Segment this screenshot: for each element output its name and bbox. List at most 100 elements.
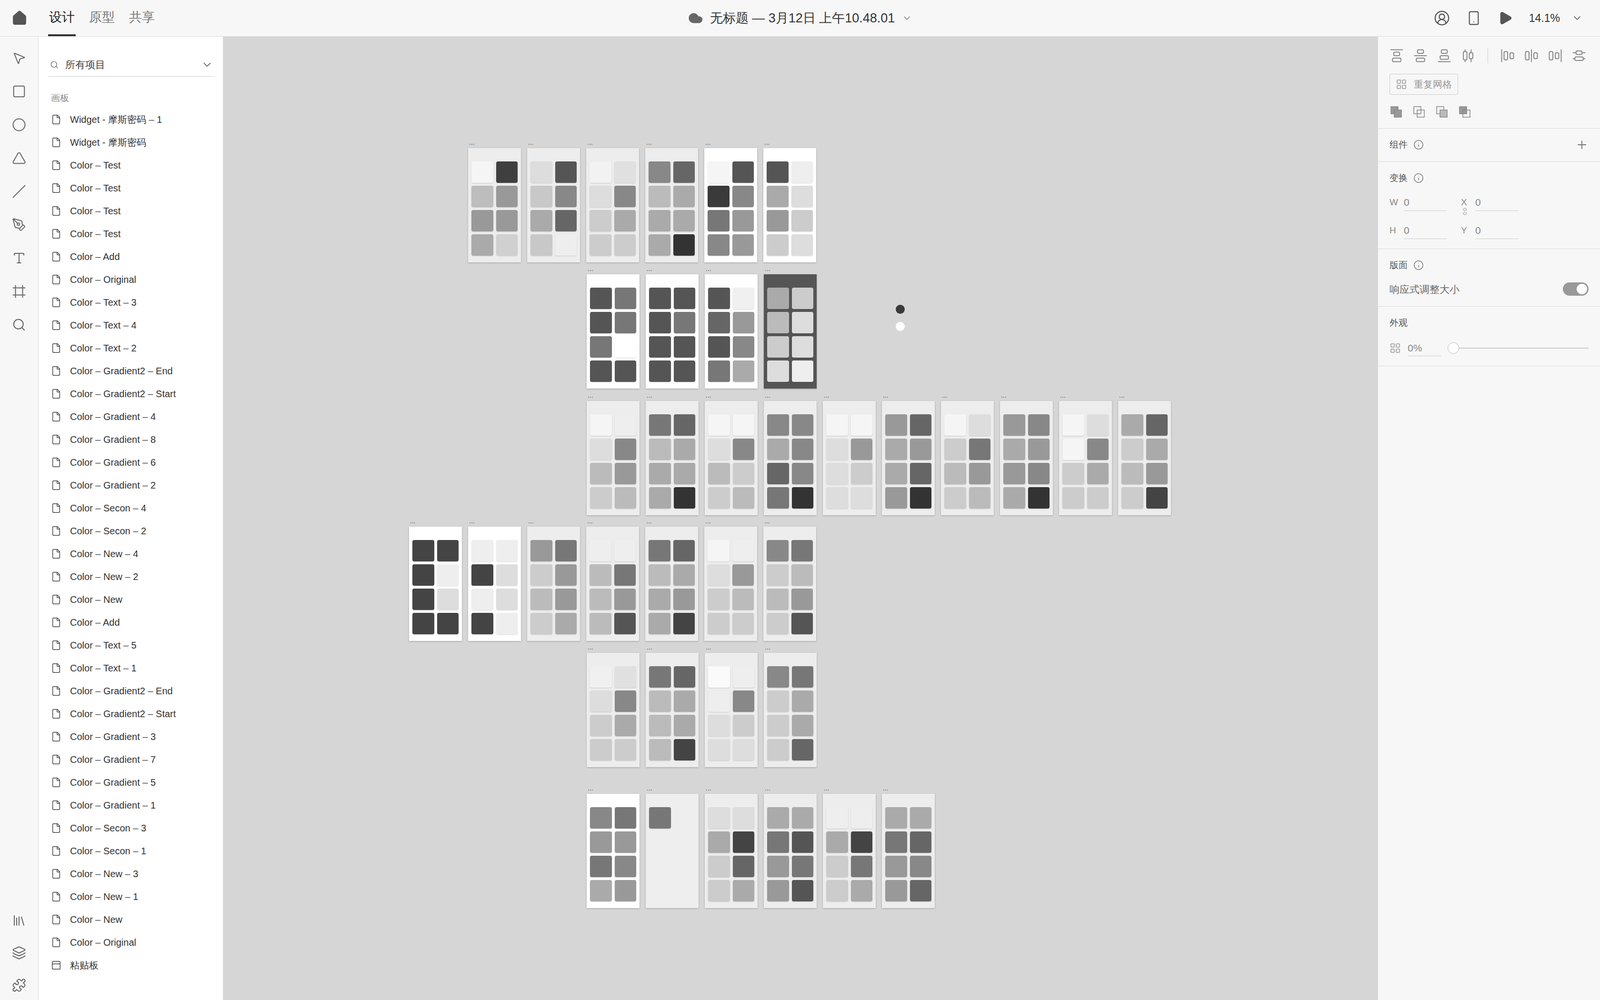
select-icon[interactable] xyxy=(11,50,27,66)
artboard[interactable]: ... xyxy=(645,642,699,768)
transform-field[interactable]: W0 xyxy=(1389,194,1447,211)
artboard[interactable]: ... xyxy=(881,390,935,516)
layer-item[interactable]: Color – Gradient – 4 xyxy=(38,405,223,429)
layer-item[interactable]: Widget - 摩斯密码 – 1 xyxy=(38,108,223,131)
artboard-label[interactable]: ... xyxy=(645,783,699,794)
artboard[interactable]: ... xyxy=(586,516,640,641)
layer-item[interactable]: Color – Gradient – 1 xyxy=(38,793,223,817)
home-icon[interactable] xyxy=(11,10,28,27)
artboard[interactable]: ... xyxy=(468,516,521,641)
responsive-toggle[interactable] xyxy=(1562,282,1589,296)
artboard[interactable]: ... xyxy=(822,390,876,516)
layer-item[interactable]: Color – Gradient – 2 xyxy=(38,473,223,497)
layer-item[interactable]: Color – Add xyxy=(38,610,223,634)
artboard[interactable]: ... xyxy=(704,137,758,263)
device-preview-icon[interactable] xyxy=(1466,10,1482,26)
artboard[interactable]: ... xyxy=(763,263,817,389)
artboard[interactable]: ... xyxy=(645,516,699,641)
mode-tab[interactable]: 原型 xyxy=(88,0,116,37)
ellipse-icon[interactable] xyxy=(11,117,27,132)
artboard[interactable]: ... xyxy=(704,263,758,389)
artboard-label[interactable]: ... xyxy=(586,137,640,149)
zoom-select[interactable]: 14.1% xyxy=(1529,10,1583,27)
artboard-label[interactable]: ... xyxy=(822,783,876,794)
artboard-label[interactable]: ... xyxy=(586,263,640,275)
layer-item[interactable]: Widget - 摩斯密码 xyxy=(38,130,223,154)
layer-item[interactable]: Color – New xyxy=(38,908,223,931)
layer-item[interactable]: Color – Text – 4 xyxy=(38,313,223,337)
add-icon[interactable] xyxy=(1575,138,1589,152)
artboard[interactable]: ... xyxy=(586,390,640,516)
artboard-label[interactable]: ... xyxy=(1000,390,1053,401)
layer-item[interactable]: Color – Test xyxy=(38,176,223,200)
artboard[interactable]: ... xyxy=(586,642,640,768)
artboard[interactable]: ... xyxy=(527,516,580,641)
canvas[interactable]: ........................................… xyxy=(223,36,1378,1000)
artboard-label[interactable]: ... xyxy=(409,516,462,527)
color-dot[interactable] xyxy=(895,321,905,331)
transform-field[interactable]: H0 xyxy=(1389,222,1447,240)
artboard[interactable]: ... xyxy=(645,783,699,909)
artboard[interactable]: ... xyxy=(586,783,640,909)
polygon-icon[interactable] xyxy=(11,150,27,166)
info-icon[interactable] xyxy=(1413,172,1424,184)
artboard-label[interactable]: ... xyxy=(763,390,817,401)
artboard-label[interactable]: ... xyxy=(1118,390,1171,401)
artboard[interactable]: ... xyxy=(822,783,876,909)
artboard[interactable]: ... xyxy=(704,783,758,909)
artboard-label[interactable]: ... xyxy=(704,137,758,149)
artboard-label[interactable]: ... xyxy=(704,516,758,527)
artboard[interactable]: ... xyxy=(1118,390,1171,516)
layer-item[interactable]: Color – New – 4 xyxy=(38,542,223,566)
artboard[interactable]: ... xyxy=(586,263,640,389)
artboard-label[interactable]: ... xyxy=(704,390,758,401)
artboard[interactable]: ... xyxy=(763,516,817,641)
artboard[interactable]: ... xyxy=(704,642,758,768)
artboard-label[interactable]: ... xyxy=(881,783,935,794)
artboard-label[interactable]: ... xyxy=(940,390,994,401)
layer-item[interactable]: Color – Gradient2 – End xyxy=(38,359,223,383)
artboard-label[interactable]: ... xyxy=(586,783,640,794)
layer-item[interactable]: Color – Test xyxy=(38,153,223,177)
mode-tab[interactable]: 设计 xyxy=(48,0,76,37)
artboard-label[interactable]: ... xyxy=(704,783,758,794)
layer-item[interactable]: Color – New – 1 xyxy=(38,885,223,909)
layer-item[interactable]: Color – Test xyxy=(38,199,223,223)
artboard[interactable]: ... xyxy=(645,263,699,389)
union-icon[interactable] xyxy=(1389,105,1403,119)
rectangle-icon[interactable] xyxy=(11,84,27,99)
artboard-label[interactable]: ... xyxy=(645,137,699,149)
layer-search[interactable]: 所有项目 xyxy=(48,52,214,77)
artboard-label[interactable]: ... xyxy=(881,390,935,401)
artboard-label[interactable]: ... xyxy=(586,390,640,401)
plugins-icon[interactable] xyxy=(11,978,27,993)
opacity-value[interactable]: 0% xyxy=(1407,340,1441,357)
opacity-slider[interactable] xyxy=(1447,342,1589,354)
distribute-vertical-icon[interactable] xyxy=(1571,48,1587,63)
layer-item[interactable]: Color – Secon – 2 xyxy=(38,519,223,543)
chevron-down-icon[interactable] xyxy=(901,12,912,24)
layer-item[interactable]: Color – Gradient2 – Start xyxy=(38,702,223,726)
layer-item[interactable]: Color – Secon – 1 xyxy=(38,839,223,863)
layer-item[interactable]: Color – Secon – 3 xyxy=(38,816,223,840)
layer-item[interactable]: Color – Original xyxy=(38,268,223,291)
artboard[interactable]: ... xyxy=(645,137,699,263)
artboard[interactable]: ... xyxy=(940,390,994,516)
artboard[interactable]: ... xyxy=(645,390,699,516)
artboard-label[interactable]: ... xyxy=(468,137,521,149)
artboard-label[interactable]: ... xyxy=(763,783,817,794)
align-middle-icon[interactable] xyxy=(1413,48,1428,63)
align-top-icon[interactable] xyxy=(1389,48,1404,63)
artboard-label[interactable]: ... xyxy=(586,516,640,527)
artboard-label[interactable]: ... xyxy=(527,137,580,149)
assets-icon[interactable] xyxy=(11,913,27,928)
artboard[interactable]: ... xyxy=(704,390,758,516)
artboard-label[interactable]: ... xyxy=(704,642,758,653)
layer-item[interactable]: Color – Text – 5 xyxy=(38,633,223,657)
info-icon[interactable] xyxy=(1413,139,1424,150)
info-icon[interactable] xyxy=(1413,260,1424,271)
layer-item[interactable]: Color – Text – 1 xyxy=(38,656,223,680)
artboard-label[interactable]: ... xyxy=(763,263,817,275)
lock-ratio-icon[interactable] xyxy=(1460,207,1469,216)
artboard[interactable]: ... xyxy=(527,137,580,263)
